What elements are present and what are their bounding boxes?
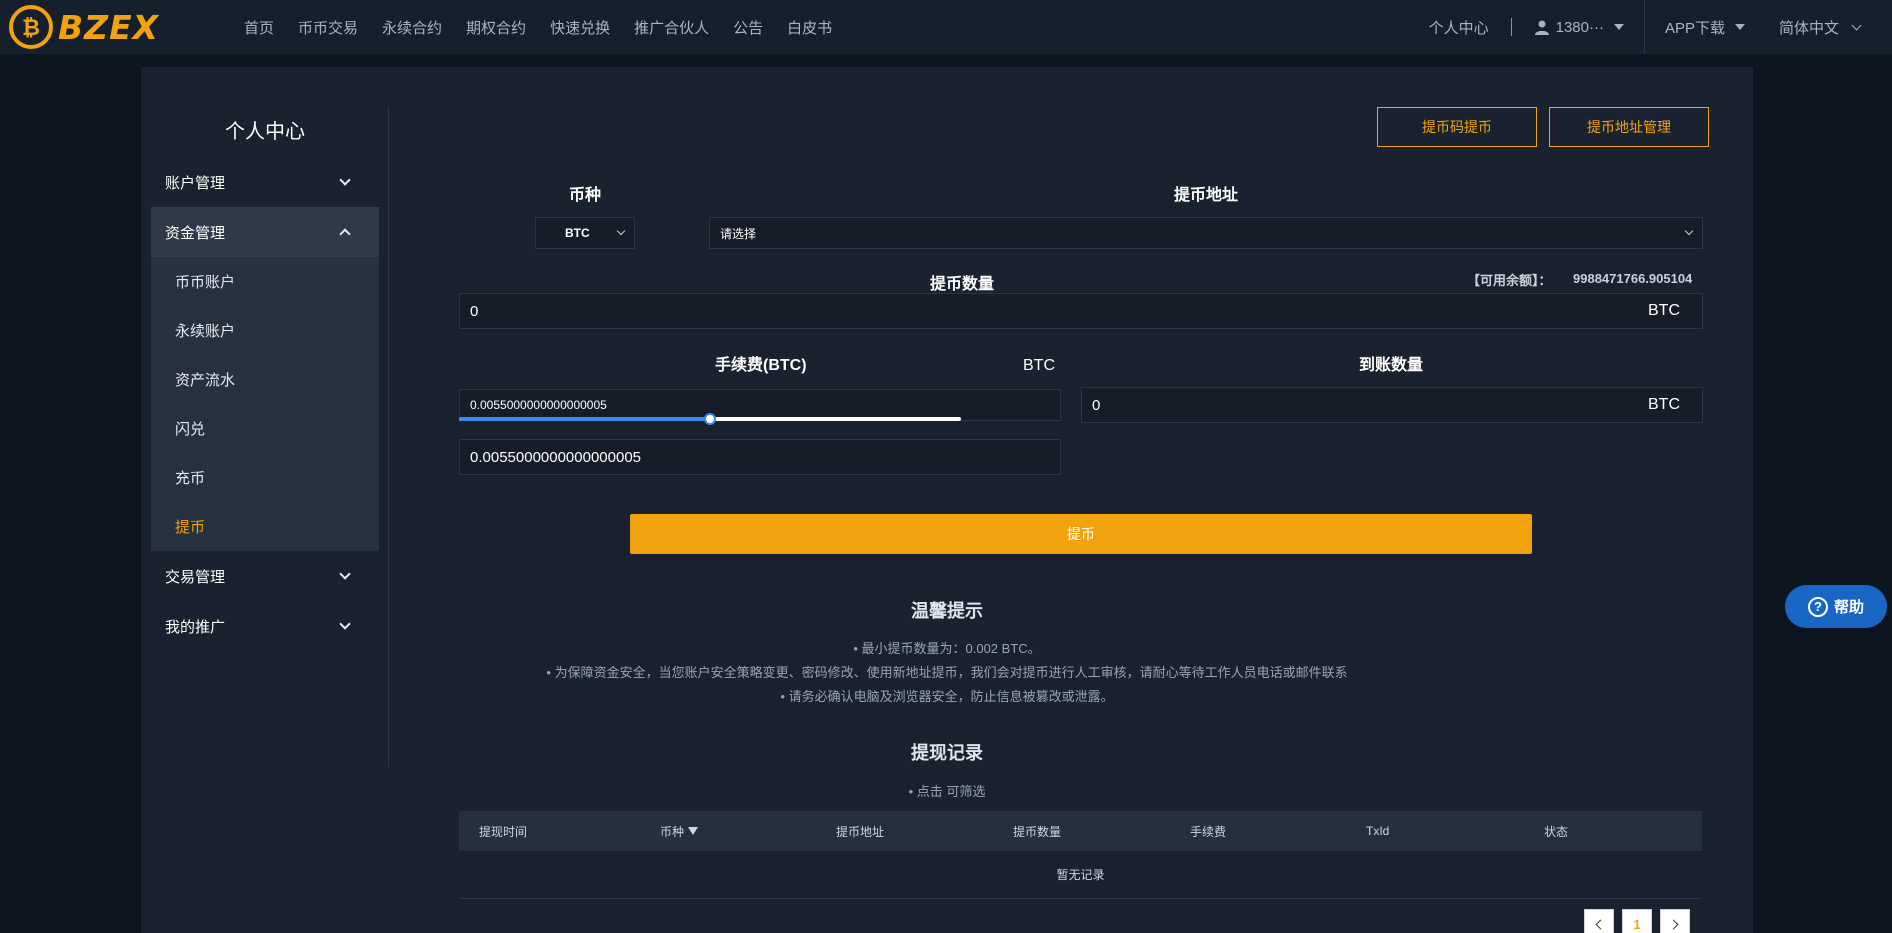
column-header-address: 提币地址 — [836, 824, 885, 839]
tip-line: • 为保障资金安全，当您账户安全策略变更、密码修改、使用新地址提币，我们会对提币… — [546, 665, 1348, 680]
nav-right: 个人中心 1380··· APP下载 简体中文 — [1429, 0, 1892, 54]
amount-unit: BTC — [1648, 302, 1680, 319]
nav-personal-center[interactable]: 个人中心 — [1429, 17, 1489, 38]
svg-text:₿: ₿ — [22, 16, 40, 41]
fee-unit: BTC — [1023, 357, 1055, 374]
nav-divider — [1510, 18, 1512, 36]
user-icon — [1534, 20, 1549, 35]
records-hint: • 点击 可筛选 — [908, 784, 986, 799]
nav-options[interactable]: 期权合约 — [466, 17, 526, 38]
chevron-down-icon — [1684, 226, 1694, 236]
brand-name: BZEX — [58, 7, 160, 47]
nav-quick-swap[interactable]: 快速兑换 — [550, 17, 610, 38]
tip-line: • 最小提币数量为：0.002 BTC。 — [853, 641, 1041, 656]
nav-partner[interactable]: 推广合伙人 — [634, 17, 709, 38]
language-label: 简体中文 — [1778, 19, 1839, 37]
fee-label: 手续费(BTC) — [715, 357, 807, 374]
withdraw-submit-button[interactable]: 提币 — [630, 514, 1532, 554]
records-table-header: 提现时间 币种 提币地址 提币数量 手续费 TxId 状态 — [459, 811, 1702, 851]
pagination-prev-button[interactable] — [1584, 909, 1614, 933]
address-select[interactable]: 请选择 — [709, 217, 1703, 249]
filter-icon[interactable] — [688, 827, 699, 835]
column-header-amount: 提币数量 — [1013, 824, 1062, 839]
address-label: 提币地址 — [1174, 187, 1239, 204]
balance-value: 9988471766.905104 — [1573, 271, 1693, 286]
pagination-page-button[interactable]: 1 — [1622, 909, 1652, 933]
fee-input-value: 0.0055000000000000005 — [470, 448, 642, 466]
nav-home[interactable]: 首页 — [244, 17, 274, 38]
fee-slider[interactable] — [459, 413, 961, 425]
nav-announcements[interactable]: 公告 — [733, 17, 763, 38]
address-select-placeholder: 请选择 — [720, 226, 757, 241]
chevron-left-icon — [1595, 919, 1606, 929]
caret-down-icon — [1734, 24, 1745, 30]
amount-input-value: 0 — [470, 302, 479, 320]
pagination-next-button[interactable] — [1660, 909, 1690, 933]
coin-select-value: BTC — [565, 226, 590, 240]
fee-display-value: 0.0055000000000000005 — [470, 398, 607, 412]
column-header-status: 状态 — [1544, 824, 1569, 839]
chevron-down-icon — [1613, 24, 1624, 30]
nav-whitepaper[interactable]: 白皮书 — [787, 17, 832, 38]
nav-perpetual[interactable]: 永续合约 — [382, 17, 442, 38]
receive-label: 到账数量 — [1359, 357, 1424, 374]
code-withdraw-button[interactable]: 提币码提币 — [1377, 107, 1537, 147]
balance-label: 【可用余额】： — [1467, 273, 1552, 288]
bitcoin-logo-icon: ₿ — [9, 5, 53, 49]
brand-logo[interactable]: ₿ BZEX — [8, 3, 159, 51]
help-label: 帮助 — [1833, 599, 1864, 616]
help-button[interactable]: ? 帮助 — [1785, 585, 1887, 628]
chevron-right-icon — [1668, 919, 1679, 929]
records-empty-row: 暂无记录 — [459, 851, 1702, 899]
tips-title: 温馨提示 — [911, 601, 983, 621]
user-menu[interactable]: 1380··· — [1534, 19, 1624, 36]
column-header-coin[interactable]: 币种 — [660, 811, 699, 851]
amount-input[interactable]: 0 BTC — [459, 293, 1703, 329]
coin-select[interactable]: BTC — [535, 217, 635, 249]
coin-label: 币种 — [569, 187, 602, 204]
address-manage-button[interactable]: 提币地址管理 — [1549, 107, 1709, 147]
fee-input[interactable]: 0.0055000000000000005 — [459, 439, 1061, 475]
nav-divider — [1643, 0, 1645, 54]
fee-slider-fill — [459, 417, 710, 421]
receive-amount-value: 0 — [1092, 396, 1101, 414]
fee-slider-thumb[interactable] — [704, 413, 716, 425]
main-panel: 个人中心 账户管理 资金管理 币币账户 永续账户 资产流水 闪兑 充币 提币 交… — [141, 67, 1753, 933]
main-nav: 首页 币币交易 永续合约 期权合约 快速兑换 推广合伙人 公告 白皮书 — [244, 0, 856, 54]
column-header-time: 提现时间 — [479, 824, 528, 839]
top-navbar: ₿ BZEX 首页 币币交易 永续合约 期权合约 快速兑换 推广合伙人 公告 白… — [0, 0, 1892, 54]
question-circle-icon: ? — [1807, 596, 1828, 617]
receive-unit: BTC — [1648, 396, 1680, 413]
withdraw-content: 提币码提币 提币地址管理 币种 BTC 提币地址 请选择 提币数量 【可用余额】… — [141, 67, 1753, 933]
user-phone: 1380··· — [1555, 18, 1604, 36]
receive-amount-field: 0 BTC — [1081, 387, 1703, 423]
column-header-txid: TxId — [1366, 824, 1390, 838]
language-menu[interactable]: 简体中文 — [1778, 17, 1862, 38]
column-header-fee: 手续费 — [1190, 824, 1227, 839]
app-download-label: APP下载 — [1664, 19, 1725, 37]
nav-spot-trading[interactable]: 币币交易 — [298, 17, 358, 38]
app-download-menu[interactable]: APP下载 — [1665, 17, 1745, 38]
column-header-label: 币种 — [660, 824, 685, 839]
tip-line: • 请务必确认电脑及浏览器安全，防止信息被篡改或泄露。 — [780, 689, 1114, 704]
records-title: 提现记录 — [911, 743, 983, 763]
chevron-down-icon — [616, 226, 626, 236]
chevron-down-icon — [1851, 20, 1862, 30]
amount-label: 提币数量 — [930, 276, 995, 293]
